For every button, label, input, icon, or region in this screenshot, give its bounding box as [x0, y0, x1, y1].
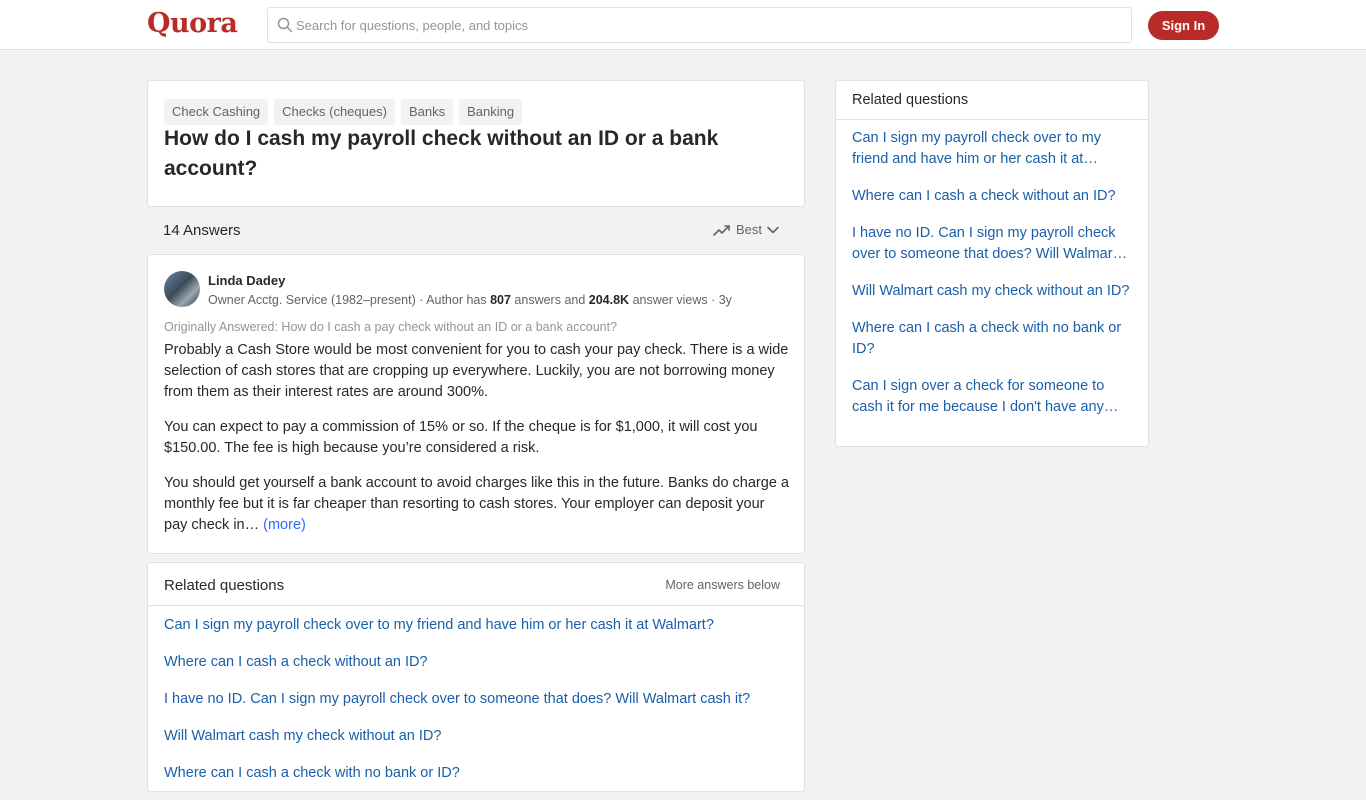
search-box[interactable]: [267, 7, 1132, 43]
answers-count: 14 Answers: [163, 222, 241, 239]
sidebar-question-link[interactable]: Will Walmart cash my check without an ID…: [852, 281, 1136, 302]
top-bar: Quora Sign In: [0, 0, 1366, 50]
sort-label: Best: [735, 222, 762, 237]
question-card: Check Cashing Checks (cheques) Banks Ban…: [147, 80, 805, 207]
originally-answered[interactable]: Originally Answered: How do I cash a pay…: [164, 320, 617, 334]
answer-paragraph: Probably a Cash Store would be most conv…: [164, 342, 789, 400]
related-question-link[interactable]: Where can I cash a check with no bank or…: [164, 763, 750, 800]
answers-count-value: 807: [490, 293, 511, 307]
answers-bar: 14 Answers Best: [147, 214, 805, 248]
topic-tag[interactable]: Banking: [459, 99, 523, 125]
related-question-link[interactable]: Can I sign my payroll check over to my f…: [164, 615, 750, 652]
more-answers-below: More answers below: [665, 578, 780, 592]
topic-tag[interactable]: Checks (cheques): [274, 99, 395, 125]
topic-list: Check Cashing Checks (cheques) Banks Ban…: [164, 99, 523, 125]
sidebar-question-link[interactable]: Can I sign my payroll check over to my f…: [852, 128, 1136, 170]
question-title: How do I cash my payroll check without a…: [164, 127, 719, 180]
search-icon: [277, 17, 293, 33]
author-credentials: Owner Acctg. Service (1982–present) · Au…: [208, 293, 732, 307]
cred-mid: answers and: [510, 293, 589, 307]
answer-paragraph-text: You should get yourself a bank account t…: [164, 475, 789, 533]
trending-icon: [713, 224, 730, 236]
topic-tag[interactable]: Banks: [400, 99, 454, 125]
avatar[interactable]: [164, 271, 200, 307]
author-name[interactable]: Linda Dadey: [208, 273, 285, 288]
related-questions-sidebar: Related questions Can I sign my payroll …: [835, 80, 1149, 447]
related-question-link[interactable]: Will Walmart cash my check without an ID…: [164, 726, 750, 763]
cred-suffix: answer views · 3y: [629, 293, 732, 307]
related-list: Can I sign my payroll check over to my f…: [164, 615, 750, 800]
sidebar-question-link[interactable]: Where can I cash a check with no bank or…: [852, 318, 1136, 360]
sidebar-question-link[interactable]: I have no ID. Can I sign my payroll chec…: [852, 223, 1136, 265]
sidebar-question-link[interactable]: Can I sign over a check for someone to c…: [852, 376, 1136, 418]
answer-paragraph: You should get yourself a bank account t…: [164, 473, 789, 536]
divider: [148, 605, 804, 606]
related-question-link[interactable]: I have no ID. Can I sign my payroll chec…: [164, 689, 750, 726]
cred-prefix: Owner Acctg. Service (1982–present) · Au…: [208, 293, 491, 307]
sign-in-button[interactable]: Sign In: [1148, 11, 1219, 40]
divider: [836, 119, 1148, 120]
sort-dropdown[interactable]: Best: [713, 222, 779, 237]
related-question-link[interactable]: Where can I cash a check without an ID?: [164, 652, 750, 689]
topic-tag[interactable]: Check Cashing: [164, 99, 269, 125]
quora-logo[interactable]: Quora: [147, 8, 238, 39]
related-heading: Related questions: [164, 577, 285, 594]
more-link[interactable]: (more): [263, 517, 306, 533]
sidebar-question-link[interactable]: Where can I cash a check without an ID?: [852, 186, 1136, 207]
answer-body: Probably a Cash Store would be most conv…: [164, 340, 789, 550]
search-input[interactable]: [296, 8, 1116, 42]
answer-paragraph: You can expect to pay a commission of 15…: [164, 419, 758, 456]
sidebar-heading: Related questions: [852, 92, 969, 108]
sidebar-related-list: Can I sign my payroll check over to my f…: [852, 128, 1136, 434]
chevron-down-icon: [767, 226, 779, 233]
views-count-value: 204.8K: [588, 293, 630, 307]
answer-card: Linda Dadey Owner Acctg. Service (1982–p…: [147, 254, 805, 554]
related-questions-main: Related questions More answers below Can…: [147, 562, 805, 792]
